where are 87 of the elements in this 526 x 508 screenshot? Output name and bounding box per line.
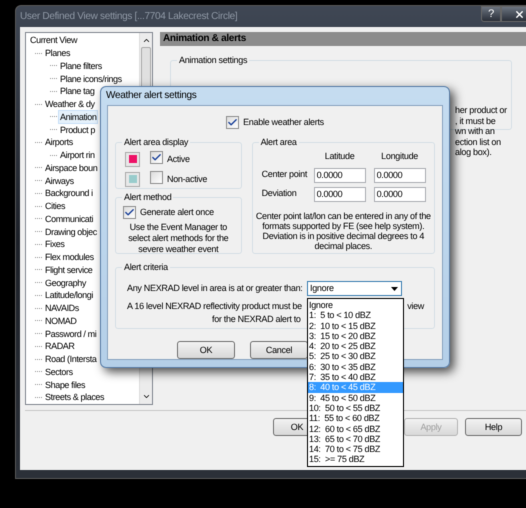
- scroll-up-icon[interactable]: [142, 36, 150, 45]
- check-icon: [227, 116, 238, 128]
- tree-item[interactable]: Communicati: [44, 212, 94, 225]
- dropdown-option[interactable]: 4: 20 to < 25 dBZ: [308, 341, 403, 352]
- dialog-title: Weather alert settings: [106, 89, 196, 104]
- tree-item[interactable]: Plane icons/rings: [59, 72, 123, 85]
- coordinate-field[interactable]: 0.0000: [314, 168, 366, 182]
- tree-item[interactable]: Sectors: [44, 366, 74, 378]
- tree-item[interactable]: Streets & places: [44, 391, 106, 404]
- panel-header: Animation & alerts: [160, 32, 526, 46]
- criteria-note: for the NEXRAD alert to: [212, 314, 301, 324]
- tree-item[interactable]: Flex modules: [44, 251, 95, 264]
- dropdown-option[interactable]: 2: 10 to < 15 dBZ: [308, 320, 403, 331]
- tree-item[interactable]: Road (Intersta: [44, 353, 98, 366]
- tree-item[interactable]: Airways: [44, 174, 75, 187]
- coordinate-field[interactable]: 0.0000: [374, 186, 426, 202]
- area-note: Center point lat/lon can be entered in any of the formats supported by FE (see help system). Deviation is in positive decimal degrees to 4 decimal places.: [254, 210, 432, 250]
- dropdown-option[interactable]: 7: 35 to < 40 dBZ: [308, 372, 403, 382]
- note-text: , it must be: [455, 116, 496, 126]
- tree-item[interactable]: Airspace boun: [44, 162, 98, 174]
- dropdown-option[interactable]: 15: >= 75 dBZ: [308, 454, 403, 465]
- checkbox[interactable]: [150, 151, 163, 164]
- tree-item[interactable]: Latitude/longi: [44, 289, 94, 302]
- field-label: Center point: [262, 168, 308, 182]
- criteria-note: A 16 level NEXRAD reflectivity product must be: [127, 300, 302, 313]
- note-text: ection list on: [455, 136, 502, 147]
- level-select[interactable]: Ignore: [307, 281, 402, 296]
- tree-item[interactable]: Airport rin: [59, 149, 96, 162]
- tree-item[interactable]: Fixes: [44, 238, 66, 250]
- tree-item[interactable]: Weather & dy: [44, 98, 96, 110]
- help-button[interactable]: ?: [481, 6, 501, 22]
- color-swatch-button[interactable]: [125, 172, 140, 187]
- dialog-button[interactable]: Help: [465, 418, 522, 436]
- dropdown-option[interactable]: 14: 70 to < 75 dBZ: [308, 444, 403, 454]
- tree-item[interactable]: NAVAIDs: [44, 302, 80, 314]
- group-label: Alert area display: [122, 135, 190, 149]
- column-header: Latitude: [324, 150, 356, 163]
- check-icon: [124, 207, 135, 218]
- checkbox-label: Generate alert once: [140, 206, 214, 219]
- tree-item[interactable]: Airports: [44, 136, 74, 148]
- criteria-note: view: [407, 300, 424, 313]
- checkbox-label: Non-active: [167, 172, 208, 186]
- dialog-button[interactable]: OK: [177, 341, 235, 359]
- dropdown-option[interactable]: 1: 5 to < 10 dBZ: [308, 310, 403, 321]
- method-note: Use the Event Manager to select alert methods for the severe weather event: [127, 222, 230, 254]
- check-icon: [151, 152, 162, 163]
- note-text: wn with an: [455, 126, 496, 136]
- coordinate-field[interactable]: 0.0000: [314, 186, 366, 202]
- tree-item[interactable]: RADAR: [44, 340, 76, 352]
- dropdown-option[interactable]: 9: 45 to < 50 dBZ: [308, 392, 403, 403]
- checkbox-label: Active: [167, 152, 190, 166]
- checkbox[interactable]: [123, 206, 136, 220]
- tree-item[interactable]: Planes: [44, 47, 72, 60]
- dropdown-option[interactable]: 3: 15 to < 20 dBZ: [308, 330, 403, 342]
- tree-item[interactable]: Plane tag: [59, 85, 96, 98]
- checkbox[interactable]: [150, 170, 163, 184]
- dropdown-option[interactable]: 10: 50 to < 55 dBZ: [308, 402, 403, 414]
- scroll-down-icon[interactable]: [142, 392, 150, 401]
- dropdown-option[interactable]: 6: 30 to < 35 dBZ: [308, 362, 403, 372]
- coordinate-field[interactable]: 0.0000: [374, 168, 426, 182]
- field-label: Deviation: [262, 187, 298, 200]
- tree-item[interactable]: Password / mi: [44, 328, 98, 340]
- tree-item[interactable]: Background i: [44, 187, 94, 200]
- close-icon: [514, 8, 524, 20]
- tree-item[interactable]: Current View: [29, 34, 78, 46]
- tree-item[interactable]: Plane filters: [59, 60, 103, 72]
- dropdown-option[interactable]: 5: 25 to < 30 dBZ: [308, 351, 403, 362]
- criteria-prompt: Any NEXRAD level in area is at or greater than:: [127, 282, 304, 295]
- tree-item[interactable]: Animation: [59, 110, 98, 123]
- dialog-button[interactable]: Cancel: [250, 341, 308, 359]
- dropdown-arrow-icon: [391, 286, 398, 290]
- dropdown-option[interactable]: 13: 65 to < 70 dBZ: [308, 434, 403, 444]
- tree-item[interactable]: Flight service: [44, 264, 94, 276]
- tree-item[interactable]: Shape files: [44, 378, 86, 391]
- note-text: alog box).: [455, 147, 493, 158]
- column-header: Longitude: [380, 150, 420, 163]
- checkbox-label: Enable weather alerts: [243, 116, 324, 128]
- tree-item[interactable]: Geography: [44, 276, 87, 289]
- tree-item[interactable]: Product p: [59, 124, 96, 136]
- window-title: User Defined View settings [...7704 Lakecrest Circle]: [20, 10, 238, 24]
- checkbox[interactable]: [226, 116, 240, 129]
- dropdown-option[interactable]: Ignore: [308, 300, 403, 310]
- color-swatch-button[interactable]: [125, 152, 140, 167]
- note-text: her product or: [455, 105, 508, 116]
- tree-item[interactable]: Cities: [44, 200, 66, 212]
- tree-item[interactable]: Drawing objec: [44, 226, 98, 238]
- tree-item[interactable]: NOMAD: [44, 314, 78, 327]
